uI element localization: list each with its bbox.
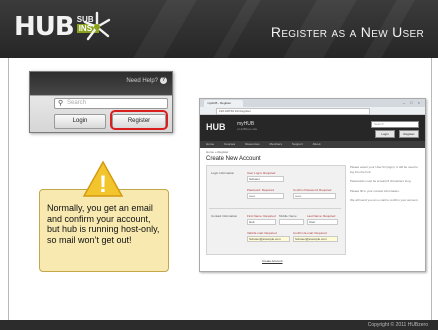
site-search-input[interactable]: Search xyxy=(371,121,419,128)
site-tagline: a HUBzero site xyxy=(237,127,258,131)
create-account-button[interactable]: Create Account xyxy=(262,259,283,263)
help-sidebar: Please select your User ID (login). It w… xyxy=(350,165,419,202)
first-name-field[interactable]: Hub xyxy=(247,219,276,225)
nav-item[interactable]: Resources xyxy=(245,141,259,148)
login-info-fieldset: Login Information User Login: Required h… xyxy=(209,168,341,209)
login-button[interactable]: Login xyxy=(54,114,106,129)
browser-toolbar: 192.168.56.101/register xyxy=(200,107,425,115)
slide-header: HUB SUB INST Register as a New User xyxy=(0,0,438,58)
browser-tabbar: myHUB - Register – □ × xyxy=(200,99,425,107)
nav-item[interactable]: Courses xyxy=(224,141,235,148)
warning-callout: Normally, you get an email and confirm y… xyxy=(39,189,169,272)
last-name-field[interactable]: User xyxy=(307,219,338,225)
svg-text:!: ! xyxy=(99,171,107,198)
password-field[interactable]: •••••• xyxy=(247,193,284,199)
confirm-email-field[interactable]: hubuser@example.com xyxy=(293,236,338,242)
spark-logo-icon xyxy=(83,11,111,41)
nav-item[interactable]: Members xyxy=(270,141,283,148)
site-header: HUB myHUB a HUBzero site Search Login Re… xyxy=(200,115,425,141)
site-register-button[interactable]: Register xyxy=(399,130,419,138)
site-nav: Home Courses Resources Members Support A… xyxy=(200,141,425,148)
nav-item[interactable]: Support xyxy=(292,141,303,148)
login-widget: Need Help? ? ⚲ Search Login Register xyxy=(29,71,173,133)
site-login-button[interactable]: Login xyxy=(375,130,395,138)
contact-info-fieldset: Contact Information First Name: Required… xyxy=(209,211,341,251)
nav-item[interactable]: Home xyxy=(206,141,214,148)
callout-text: Normally, you get an email and confirm y… xyxy=(47,203,160,245)
slide-title: Register as a New User xyxy=(270,24,424,40)
search-input[interactable]: ⚲ Search xyxy=(54,98,168,109)
page-title: Create New Account xyxy=(206,156,261,162)
help-icon[interactable]: ? xyxy=(160,77,167,84)
browser-tab[interactable]: myHUB - Register xyxy=(204,100,243,107)
register-highlight xyxy=(110,110,168,130)
registration-page-screenshot: myHUB - Register – □ × 192.168.56.101/re… xyxy=(199,98,426,272)
user-login-field[interactable]: hubuser xyxy=(247,176,284,182)
site-logo[interactable]: HUB xyxy=(206,122,226,132)
address-bar[interactable]: 192.168.56.101/register xyxy=(216,108,370,115)
need-help-link[interactable]: Need Help? xyxy=(126,78,158,84)
nav-item[interactable]: About xyxy=(313,141,321,148)
email-field[interactable]: hubuser@example.com xyxy=(247,236,290,242)
middle-name-field[interactable] xyxy=(279,219,304,225)
warning-icon: ! xyxy=(82,160,124,198)
window-controls[interactable]: – □ × xyxy=(403,100,422,106)
slide-footer: Copyright © 2011 HUBzero xyxy=(0,320,438,330)
search-icon: ⚲ xyxy=(58,100,64,107)
breadcrumb[interactable]: Home » Register xyxy=(206,150,229,154)
registration-form: Login Information User Login: Required h… xyxy=(206,165,346,255)
copyright-text: Copyright © 2011 HUBzero xyxy=(367,322,428,328)
confirm-password-field[interactable]: •••••• xyxy=(293,193,336,199)
